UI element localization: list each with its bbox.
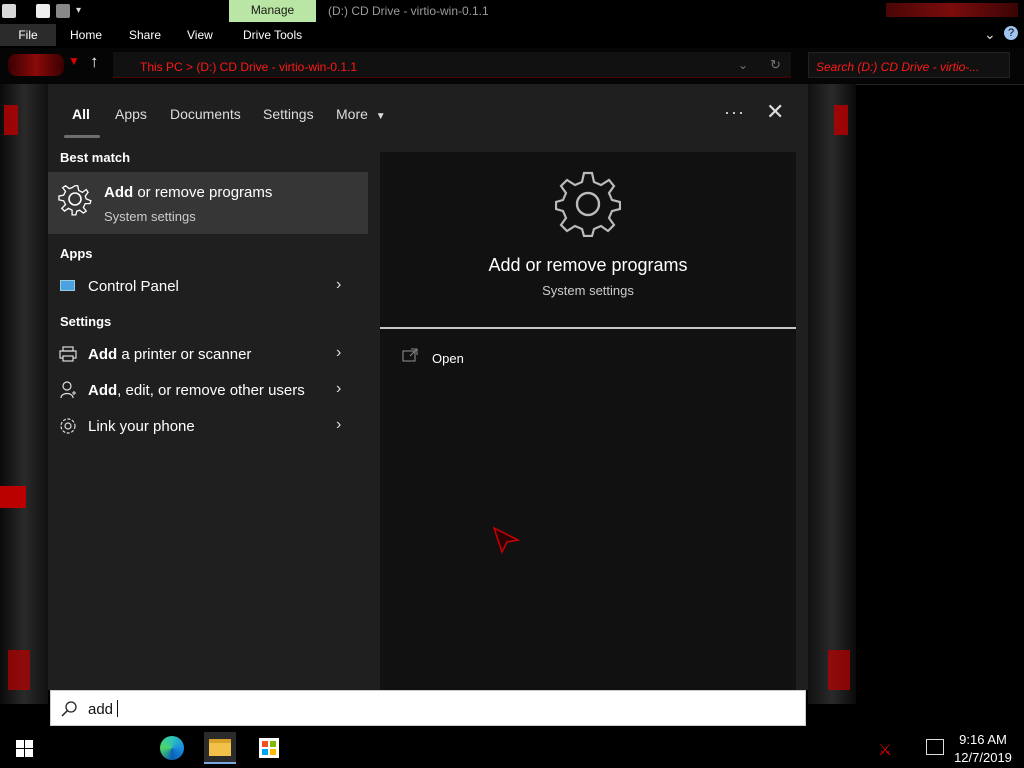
left-red-accent [0, 486, 26, 508]
tab-more[interactable]: More ▼ [336, 106, 386, 122]
result-other-users[interactable]: Add, edit, or remove other users › [48, 372, 370, 408]
tab-apps[interactable]: Apps [115, 106, 147, 122]
clock-time[interactable]: 9:16 AM [948, 732, 1018, 747]
search-input[interactable] [50, 690, 806, 726]
large-gear-icon [555, 171, 621, 237]
right-red-accent [828, 650, 850, 690]
search-filter-bar [48, 84, 808, 140]
result-add-printer[interactable]: Add a printer or scanner › [48, 336, 370, 372]
tab-file[interactable]: File [0, 24, 56, 46]
manage-tab[interactable]: Manage [229, 0, 316, 22]
clock-date[interactable]: 12/7/2019 [948, 750, 1018, 765]
preview-divider [380, 327, 796, 329]
best-match-heading: Best match [60, 150, 131, 165]
store-icon[interactable] [253, 732, 285, 764]
preview-subtitle: System settings [542, 283, 634, 298]
right-frame-decoration [808, 84, 856, 704]
best-match-subtitle: System settings [104, 209, 196, 224]
best-match-title: Add or remove programs [104, 184, 273, 201]
taskbar [0, 728, 1024, 768]
search-icon [61, 701, 77, 717]
file-explorer-icon[interactable] [204, 732, 236, 764]
explorer-search-placeholder: Search (D:) CD Drive - virtio-... [816, 60, 980, 74]
best-match-item[interactable]: Add or remove programs System settings [48, 172, 368, 234]
right-red-accent [834, 105, 848, 135]
more-options-icon[interactable]: ··· [724, 102, 745, 123]
gear-icon [58, 184, 92, 216]
preview-title: Add or remove programs [488, 255, 688, 275]
ribbon-tabs: File Home Share View Drive Tools ⌄ ? [0, 24, 1024, 46]
explorer-title-bar: ▾ [0, 0, 1024, 24]
chevron-right-icon[interactable]: › [336, 416, 341, 434]
other-users-label: Add, edit, or remove other users [88, 382, 305, 399]
quick-access-toolbar: ▾ [2, 4, 81, 20]
tab-view[interactable]: View [179, 24, 221, 46]
close-icon[interactable]: ✕ [766, 100, 784, 124]
new-folder-icon[interactable] [56, 4, 70, 18]
chevron-right-icon[interactable]: › [336, 276, 341, 294]
tab-documents[interactable]: Documents [170, 106, 241, 122]
window-title: (D:) CD Drive - virtio-win-0.1.1 [328, 4, 489, 18]
active-tab-indicator [64, 135, 100, 138]
tab-more-label: More [336, 106, 368, 122]
edge-icon[interactable] [156, 732, 188, 764]
open-icon [402, 348, 418, 362]
user-icon [60, 381, 76, 399]
open-action[interactable]: Open [396, 344, 596, 372]
tab-home[interactable]: Home [62, 24, 110, 46]
tab-share[interactable]: Share [121, 24, 169, 46]
control-panel-label: Control Panel [88, 278, 179, 295]
help-icon[interactable]: ? [1004, 26, 1018, 40]
ribbon-expand-icon[interactable]: ⌄ [984, 26, 996, 43]
mouse-cursor-icon [492, 526, 521, 554]
msi-dragon-icon[interactable]: ⚔ [878, 740, 892, 760]
gear-icon [60, 418, 76, 434]
window-controls-decoration [886, 3, 1018, 17]
left-frame-decoration [0, 84, 48, 704]
apps-heading: Apps [60, 246, 93, 261]
result-link-phone[interactable]: Link your phone › [48, 408, 370, 444]
tab-all[interactable]: All [72, 106, 90, 122]
printer-icon [59, 346, 77, 362]
control-panel-icon [60, 280, 75, 291]
text-cursor [117, 700, 119, 717]
tab-drive-tools[interactable]: Drive Tools [235, 24, 310, 46]
network-icon[interactable] [926, 739, 944, 755]
open-label: Open [432, 351, 464, 366]
explorer-content-area [856, 84, 1024, 728]
search-query-text: add [88, 700, 119, 718]
customize-chevron-icon[interactable]: ▾ [76, 4, 81, 20]
address-dropdown-icon[interactable]: ⌄ [738, 58, 748, 72]
add-printer-label: Add a printer or scanner [88, 346, 252, 363]
tab-settings[interactable]: Settings [263, 106, 314, 122]
settings-heading: Settings [60, 314, 112, 329]
windows-start-icon[interactable] [16, 740, 33, 757]
refresh-icon[interactable]: ↻ [770, 57, 781, 73]
left-red-accent [8, 650, 30, 690]
back-forward-buttons[interactable] [8, 54, 64, 76]
more-chevron-down-icon: ▼ [375, 111, 386, 122]
recent-locations-icon[interactable]: ▼ [68, 54, 80, 68]
left-red-accent [4, 105, 18, 135]
up-arrow-icon[interactable]: ↑ [90, 52, 99, 72]
explorer-icon[interactable] [2, 4, 16, 18]
link-phone-label: Link your phone [88, 418, 195, 435]
properties-icon[interactable] [36, 4, 50, 18]
address-path: This PC > (D:) CD Drive - virtio-win-0.1… [140, 60, 358, 74]
chevron-right-icon[interactable]: › [336, 344, 341, 362]
chevron-right-icon[interactable]: › [336, 380, 341, 398]
result-control-panel[interactable]: Control Panel › [48, 268, 370, 304]
